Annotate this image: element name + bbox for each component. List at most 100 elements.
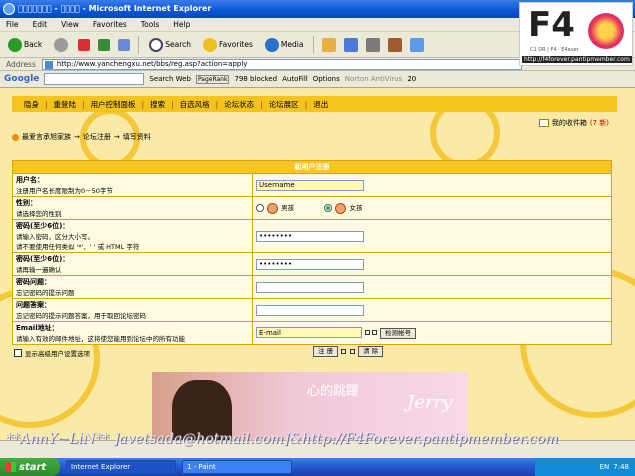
menu-edit[interactable]: Edit	[33, 18, 48, 31]
password-hint: 请输入密码，区分大小写。	[16, 233, 94, 241]
watermark: **AnnY~LiN** ]avetsada@hotmail.com]&http…	[6, 431, 559, 447]
nav-search[interactable]: 搜索	[150, 99, 165, 110]
password-confirm-label: 密码(至少6位)：	[16, 255, 70, 263]
favorites-button[interactable]: Favorites	[201, 35, 255, 55]
menu-file[interactable]: File	[6, 18, 19, 31]
search-label: Search	[165, 40, 191, 49]
breadcrumb: 最爱言承旭家族 → 论坛注册 → 填写资料	[12, 132, 151, 142]
nav-logout[interactable]: 退出	[313, 99, 328, 110]
inbox-link[interactable]: 我的收件箱 (7 新)	[538, 118, 609, 128]
forward-arrow-icon	[54, 37, 69, 52]
clear-button[interactable]: 清 除	[358, 346, 384, 357]
forward-button[interactable]	[52, 35, 70, 55]
ie-icon	[3, 3, 15, 15]
gender-female-label: 女孩	[349, 204, 363, 213]
address-input[interactable]: http://www.yanchengxu.net/bbs/reg.asp?ac…	[41, 58, 522, 70]
breadcrumb-home[interactable]: 最爱言承旭家族	[22, 132, 71, 142]
refresh-icon[interactable]	[98, 38, 111, 51]
toolbar-divider	[313, 35, 315, 54]
back-button[interactable]: Back	[6, 35, 44, 55]
logo-url: http://f4forever.pantipmember.com	[522, 56, 632, 63]
email-input[interactable]	[256, 327, 362, 339]
task-paint[interactable]: 1 - Paint	[182, 460, 292, 474]
password-input[interactable]	[256, 230, 364, 242]
system-tray: EN 7:48	[535, 458, 635, 476]
inbox-label: 我的收件箱	[551, 119, 587, 127]
answer-input[interactable]	[256, 304, 364, 316]
email-row: Email地址： 请输入有效的邮件地址，这将使您能用到论坛中的所有功能 检测帐号	[12, 321, 612, 345]
taskbar: start Internet Explorer 1 - Paint EN 7:4…	[0, 458, 635, 476]
menu-favorites[interactable]: Favorites	[93, 18, 127, 31]
answer-row: 问题答案： 忘记密码的提示问题答案，用于取回论坛密码	[12, 298, 612, 322]
answer-label: 问题答案：	[16, 301, 51, 309]
nav-control-panel[interactable]: 用户控制面板	[91, 99, 136, 110]
start-button[interactable]: start	[0, 458, 60, 476]
messenger-icon[interactable]	[410, 37, 425, 52]
forum-nav: 隐身 | 重登陆 | 用户控制面板 | 搜索 | 自选风格 | 论坛状态 | 论坛展区 | 退…	[12, 96, 617, 112]
address-url: http://www.yanchengxu.net/bbs/reg.asp?ac…	[56, 59, 248, 68]
stop-icon[interactable]	[78, 38, 91, 51]
favorites-label: Favorites	[219, 40, 253, 49]
square-icon	[341, 349, 347, 354]
google-pagerank: PageRank	[195, 74, 230, 84]
language-indicator[interactable]: EN	[600, 463, 610, 471]
username-input[interactable]	[256, 179, 364, 191]
google-popup-blocked[interactable]: 798 blocked	[234, 75, 277, 83]
question-row: 密码问题： 忘记密码的提示问题	[12, 275, 612, 299]
square-icon	[350, 349, 356, 354]
toolbar-count[interactable]: 20	[407, 75, 416, 83]
media-button[interactable]: Media	[263, 35, 306, 55]
search-button[interactable]: Search	[147, 35, 193, 55]
media-icon	[264, 37, 279, 52]
password-hint-2: 请不要使用任何类似 '*'、' ' 或 HTML 字符	[16, 243, 140, 251]
gender-male-radio[interactable]	[256, 204, 264, 213]
inbox-icon	[538, 119, 549, 127]
print-icon[interactable]	[366, 37, 381, 52]
advanced-options-checkbox[interactable]	[14, 349, 22, 357]
submit-button[interactable]: 注 册	[313, 346, 339, 357]
registration-form: 新用户注册 用户名： 注册用户名长度限制为0－50字节 性别： 请选择您的性别 …	[12, 160, 612, 345]
google-autofill-button[interactable]: AutoFill	[282, 75, 308, 83]
google-options-button[interactable]: Options	[313, 75, 340, 83]
edit-icon[interactable]	[388, 37, 403, 52]
breadcrumb-current: 填写资料	[122, 133, 151, 141]
username-row: 用户名： 注册用户名长度限制为0－50字节	[12, 173, 612, 197]
nav-relogin[interactable]: 重登陆	[54, 99, 77, 110]
menu-help[interactable]: Help	[173, 18, 190, 31]
history-icon[interactable]	[322, 37, 337, 52]
nav-showcase[interactable]: 论坛展区	[269, 99, 299, 110]
password-confirm-input[interactable]	[256, 258, 364, 270]
check-account-button[interactable]: 检测帐号	[380, 327, 417, 339]
bullet-icon	[12, 133, 19, 141]
google-search-input[interactable]	[44, 73, 145, 85]
banner-name: Jerry	[407, 392, 453, 413]
logo-subtext: C1 DR | F4 · E4ever	[530, 47, 579, 53]
google-logo[interactable]: Google	[4, 74, 39, 84]
form-buttons: 注 册 清 除	[313, 346, 384, 357]
nav-style[interactable]: 自选风格	[180, 99, 210, 110]
question-hint: 忘记密码的提示问题	[16, 289, 75, 297]
banner-text: 心的跳躍	[307, 384, 360, 399]
task-internet-explorer[interactable]: Internet Explorer	[66, 460, 176, 474]
question-input[interactable]	[256, 281, 364, 293]
f4-logo: F4 C1 DR | F4 · E4ever http://f4forever.…	[519, 2, 633, 66]
advanced-options[interactable]: 显示高级用户设置选项	[14, 348, 90, 358]
mail-icon[interactable]	[344, 37, 359, 52]
address-label: Address	[6, 59, 36, 69]
home-icon[interactable]	[118, 38, 131, 51]
banner-image: 心的跳躍 Jerry	[152, 372, 468, 440]
gender-hint: 请选择您的性别	[16, 210, 62, 218]
menu-tools[interactable]: Tools	[141, 18, 159, 31]
password-row: 密码(至少6位)： 请输入密码，区分大小写。 请不要使用任何类似 '*'、' '…	[12, 219, 612, 253]
norton-antivirus[interactable]: Norton AntiVirus	[345, 75, 403, 83]
menu-view[interactable]: View	[61, 18, 79, 31]
google-search-web-button[interactable]: Search Web	[149, 75, 191, 83]
nav-status[interactable]: 论坛状态	[224, 99, 254, 110]
boy-icon	[267, 202, 279, 214]
breadcrumb-register[interactable]: 论坛注册	[83, 132, 111, 142]
gender-label: 性别：	[16, 199, 37, 207]
nav-hide[interactable]: 隐身	[24, 99, 39, 110]
gender-female-radio[interactable]	[324, 204, 333, 213]
form-header: 新用户注册	[12, 160, 612, 174]
window-title:         -      - Microsoft Internet Expl…	[18, 4, 212, 13]
